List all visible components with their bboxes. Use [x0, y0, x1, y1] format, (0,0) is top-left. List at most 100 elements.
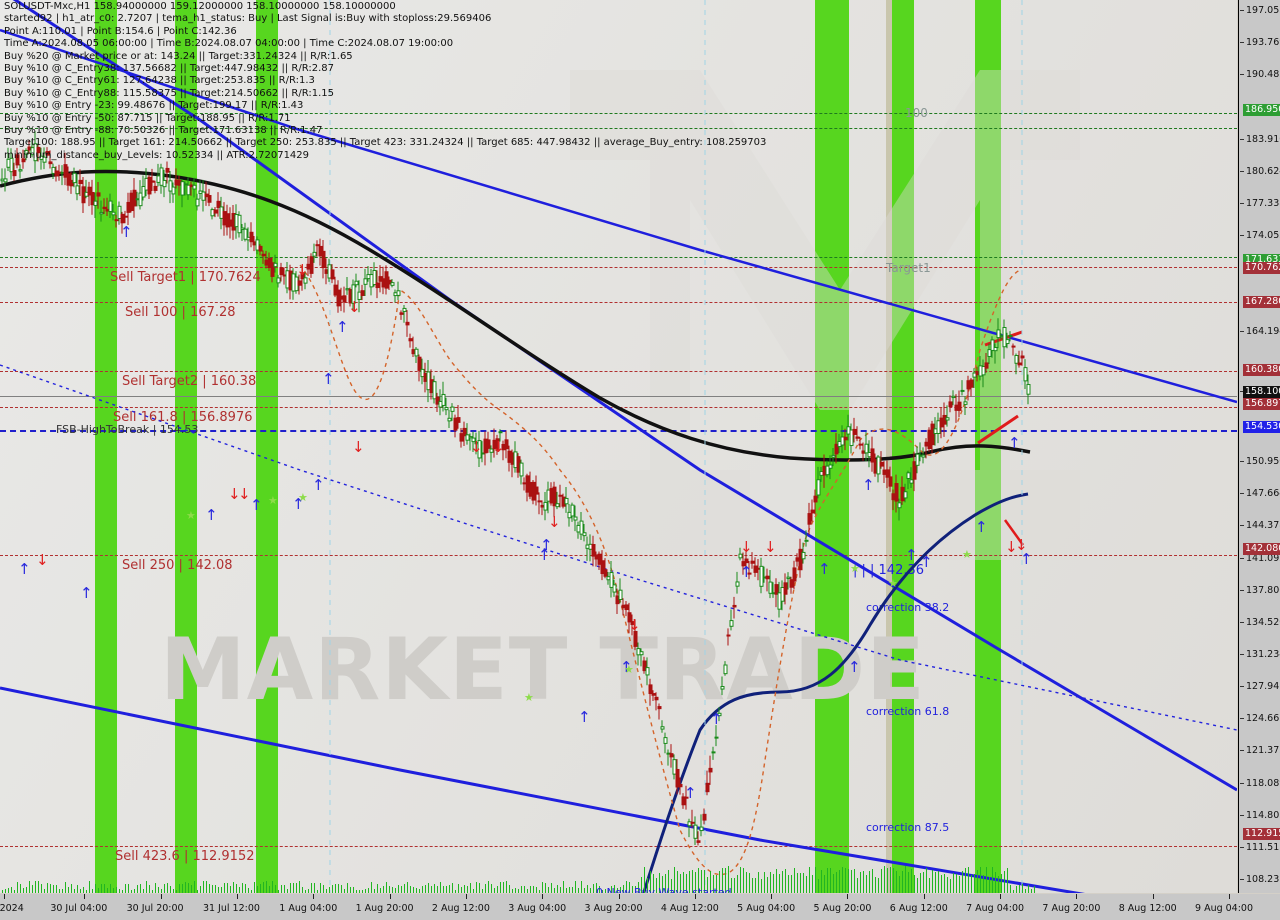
- time-tick: 1 Aug 04:00: [279, 903, 338, 914]
- buy-arrow-up-icon: ↑: [740, 563, 753, 581]
- price-tick: 137.806: [1239, 585, 1280, 597]
- price-tick: 124.661: [1239, 713, 1280, 725]
- price-tick: 183.910: [1239, 134, 1280, 146]
- trendline-blue-lower: [0, 686, 1086, 893]
- time-tick-mark: [1152, 894, 1154, 899]
- signal-star-icon: ★: [524, 691, 534, 704]
- price-tick: 144.378: [1239, 520, 1280, 532]
- time-tick: 2 Aug 12:00: [431, 903, 490, 914]
- buy-arrow-up-icon: ↑: [120, 223, 133, 241]
- price-scale[interactable]: 197.055 193.769 190.483 183.910 180.624 177.3…: [1238, 0, 1280, 893]
- chart-plot-area[interactable]: MARKET TRADE Sell Target1 | 170.7624 Sel…: [0, 0, 1237, 893]
- signal-star-icon: ★: [962, 548, 972, 561]
- time-tick: 6 Aug 12:00: [889, 903, 948, 914]
- sell-arrow-down-icon: ↓: [548, 513, 561, 531]
- price-tick: 131.234: [1239, 649, 1280, 661]
- signal-star-icon: ★: [850, 562, 860, 575]
- sell-arrow-down-icon: ↓: [36, 551, 49, 569]
- price-badge-red: 112.915: [1243, 828, 1280, 841]
- buy-arrow-up-icon: ↑: [80, 584, 93, 602]
- time-tick: 7 Aug 04:00: [966, 903, 1025, 914]
- buy-arrow-up-icon: ↑: [1020, 550, 1033, 568]
- price-tick: 177.338: [1239, 198, 1280, 210]
- price-badge-red: 167.280: [1243, 296, 1280, 309]
- info-line-2: Time A:2024.08.05 06:00:00 | Time B:2024…: [4, 38, 454, 50]
- symbol-ohlc-line: SOLUSDT-Mxc,H1 158.94000000 159.12000000…: [4, 1, 396, 12]
- candlestick-series: [0, 130, 1031, 846]
- time-tick: 5 Aug 20:00: [813, 903, 872, 914]
- buy-arrow-up-icon: ↑: [250, 496, 263, 514]
- buy-arrow-up-icon: ↑: [538, 546, 551, 564]
- buy-arrow-up-icon: ↑: [818, 560, 831, 578]
- sell-arrow-down-icon: ↓: [492, 438, 505, 456]
- price-badge-blue: 154.530: [1243, 421, 1280, 434]
- time-tick: 30 Jul 20:00: [126, 903, 184, 914]
- time-tick: 3 Aug 20:00: [584, 903, 643, 914]
- signal-star-icon: ★: [268, 494, 278, 507]
- time-tick-mark: [160, 894, 162, 899]
- info-line-5: Buy %10 @ C_Entry61: 127.64238 || Target…: [4, 75, 315, 87]
- price-badge-black: 158.100: [1243, 386, 1280, 399]
- buy-arrow-up-icon: ↑: [322, 370, 335, 388]
- info-line-1: Point A:110.01 | Point B:154.6 | Point C…: [4, 25, 237, 37]
- buy-arrow-up-icon: ↑: [975, 518, 988, 536]
- info-line-11: minimum_distance_buy_Levels: 10.52334 ||…: [4, 149, 310, 161]
- buy-arrow-up-icon: ↑: [336, 318, 349, 336]
- buy-arrow-up-icon: ↑: [684, 784, 697, 802]
- buy-arrow-up-icon: ↑: [710, 710, 723, 728]
- sell-arrow-down-icon: ↓: [296, 261, 309, 279]
- sell-arrow-down-icon: ↓: [764, 538, 777, 556]
- time-tick: 30 Jul 04:00: [50, 903, 108, 914]
- time-tick-mark: [923, 894, 925, 899]
- signal-star-icon: ★: [186, 509, 196, 522]
- price-tick: 150.950: [1239, 456, 1280, 468]
- buy-arrow-up-icon: ↑: [862, 476, 875, 494]
- price-tick: 180.624: [1239, 166, 1280, 178]
- new-buy-wave-label: 0 New Buy Wave started: [596, 886, 732, 893]
- info-line-0: started92 | h1_atr_c0: 2.7207 | tema_h1_…: [4, 13, 492, 25]
- time-tick: 29 Jul 2024: [0, 903, 24, 914]
- time-tick-mark: [694, 894, 696, 899]
- time-tick: 1 Aug 20:00: [355, 903, 414, 914]
- time-tick-mark: [1000, 894, 1002, 899]
- buy-arrow-up-icon: ↑: [920, 553, 933, 571]
- time-tick-mark: [236, 894, 238, 899]
- moving-average-black: [0, 169, 1031, 462]
- price-tick: 108.231: [1239, 874, 1280, 886]
- time-tick-mark: [84, 894, 86, 899]
- trendline-blue-dotted: [0, 364, 1237, 731]
- signal-star-icon: ★: [298, 491, 308, 504]
- sell-arrow-down-icon: ↓: [628, 616, 641, 634]
- sell-arrow-down-icon: ↓: [238, 485, 251, 503]
- time-tick: 5 Aug 04:00: [737, 903, 796, 914]
- time-scale[interactable]: 29 Jul 2024 30 Jul 04:00 30 Jul 20:00 31 Ju…: [0, 894, 1280, 920]
- price-badge-red: 156.897: [1243, 397, 1280, 410]
- time-tick-mark: [618, 894, 620, 899]
- info-line-4: Buy %10 @ C_Entry38: 137.56682 || Target…: [4, 63, 334, 75]
- sell-arrow-down-icon: ↓: [1015, 536, 1028, 554]
- sell-arrow-down-icon: ↓: [470, 438, 483, 456]
- buy-arrow-up-icon: ↑: [1008, 434, 1021, 452]
- chart-info-header: SOLUSDT-Mxc,H1 158.94000000 159.12000000…: [4, 1, 766, 162]
- info-line-8: Buy %10 @ Entry -50: 87.715 || Target:18…: [4, 112, 291, 124]
- price-badge-red: 160.380: [1243, 363, 1280, 376]
- time-tick: 9 Aug 04:00: [1195, 903, 1254, 914]
- price-tick: 147.664: [1239, 488, 1280, 500]
- price-badge-red: 142.080: [1243, 542, 1280, 555]
- time-tick-mark: [4, 894, 5, 899]
- signal-star-icon: ★: [888, 577, 898, 590]
- price-tick: 193.769: [1239, 37, 1280, 49]
- time-tick: 3 Aug 04:00: [508, 903, 567, 914]
- price-badge-red: 170.762: [1243, 262, 1280, 275]
- chart-window: MARKET TRADE Sell Target1 | 170.7624 Sel…: [0, 0, 1280, 920]
- sell-arrow-down-icon: ↓: [740, 538, 753, 556]
- info-line-3: Buy %20 @ Market price or at: 143.24 || …: [4, 50, 353, 62]
- price-tick: 114.803: [1239, 810, 1280, 822]
- time-tick-mark: [847, 894, 849, 899]
- price-badge-green: 186.950: [1243, 103, 1280, 116]
- buy-arrow-up-icon: ↑: [578, 708, 591, 726]
- price-tick: 164.194: [1239, 326, 1280, 338]
- price-tick: 197.055: [1239, 5, 1280, 17]
- price-tick: 174.052: [1239, 230, 1280, 242]
- info-line-6: Buy %10 @ C_Entry88: 115.58375 || Target…: [4, 87, 334, 99]
